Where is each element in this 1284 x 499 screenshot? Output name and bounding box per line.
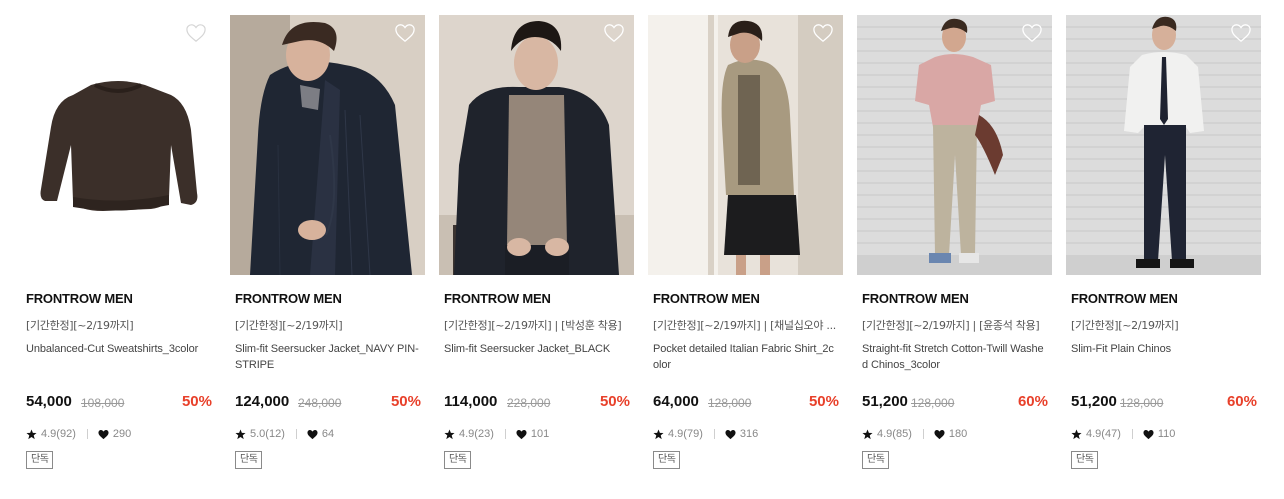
wishlist-heart-icon[interactable] (603, 23, 625, 43)
heart-filled-icon (1143, 429, 1154, 440)
promo-text: [기간한정][~2/19까지] | [채널십오야 ... (653, 319, 836, 332)
exclusive-badge: 단독 (1071, 451, 1099, 469)
original-price: 128,000 (1120, 396, 1164, 410)
product-image[interactable] (1066, 15, 1261, 275)
promo-text: [기간한정][~2/19까지] (26, 319, 134, 332)
wishlist-heart-icon[interactable] (812, 23, 834, 43)
product-stats: 4.9(79) 316 (653, 427, 758, 441)
divider (922, 429, 924, 439)
product-name[interactable]: Pocket detailed Italian Fabric Shirt_2co… (653, 341, 839, 373)
rating-text: 4.9(23) (459, 428, 494, 440)
star-icon (653, 428, 664, 440)
brand-name[interactable]: FRONTROW MEN (862, 291, 969, 306)
discount-rate: 50% (808, 393, 839, 410)
product-card[interactable]: FRONTROW MEN [기간한정][~2/19까지] | [채널십오야 ..… (648, 15, 843, 485)
rating-text: 4.9(47) (1086, 428, 1121, 440)
rating-text: 5.0(12) (250, 428, 285, 440)
wishlist-heart-icon[interactable] (1021, 23, 1043, 43)
product-name[interactable]: Slim-fit Seersucker Jacket_NAVY PIN-STRI… (235, 341, 421, 373)
product-stats: 4.9(92) 290 (26, 427, 131, 441)
exclusive-badge: 단독 (26, 451, 54, 469)
discount-rate: 50% (390, 393, 421, 410)
promo-text: [기간한정][~2/19까지] (1071, 319, 1179, 332)
original-price: 128,000 (911, 396, 955, 410)
product-card[interactable]: FRONTROW MEN [기간한정][~2/19까지] Unbalanced-… (21, 15, 216, 485)
rating-text: 4.9(85) (877, 428, 912, 440)
rating-text: 4.9(92) (41, 428, 76, 440)
product-grid: FRONTROW MEN [기간한정][~2/19까지] Unbalanced-… (21, 15, 1266, 485)
promo-text: [기간한정][~2/19까지] (235, 319, 343, 332)
product-stats: 4.9(85) 180 (862, 427, 967, 441)
sale-price: 124,000 (235, 393, 290, 410)
heart-filled-icon (516, 429, 527, 440)
heart-filled-icon (934, 429, 945, 440)
discount-rate: 60% (1017, 393, 1048, 410)
heart-filled-icon (725, 429, 736, 440)
star-icon (26, 428, 37, 440)
divider (295, 429, 297, 439)
product-stats: 5.0(12) 64 (235, 427, 334, 441)
original-price: 128,000 (708, 396, 752, 410)
discount-rate: 60% (1226, 393, 1257, 410)
star-icon (444, 428, 455, 440)
product-image[interactable] (648, 15, 843, 275)
product-stats: 4.9(47) 110 (1071, 427, 1175, 441)
product-name[interactable]: Straight-fit Stretch Cotton-Twill Washed… (862, 341, 1048, 373)
exclusive-badge: 단독 (653, 451, 681, 469)
brand-name[interactable]: FRONTROW MEN (444, 291, 551, 306)
promo-text: [기간한정][~2/19까지] | [박성훈 착용] (444, 319, 622, 332)
wishlist-heart-icon[interactable] (394, 23, 416, 43)
sale-price: 114,000 (444, 393, 498, 410)
star-icon (235, 428, 246, 440)
product-card[interactable]: FRONTROW MEN [기간한정][~2/19까지] Slim-fit Se… (230, 15, 425, 485)
wishlist-heart-icon[interactable] (1230, 23, 1252, 43)
likes-count: 290 (112, 428, 132, 440)
brand-name[interactable]: FRONTROW MEN (653, 291, 760, 306)
sale-price: 64,000 (653, 393, 699, 410)
heart-filled-icon (307, 429, 318, 440)
sale-price: 51,200 (862, 393, 908, 410)
product-card[interactable]: FRONTROW MEN [기간한정][~2/19까지] Slim-Fit Pl… (1066, 15, 1261, 485)
product-image[interactable] (857, 15, 1052, 275)
likes-count: 64 (321, 428, 335, 440)
original-price: 108,000 (81, 396, 125, 410)
divider (86, 429, 88, 439)
heart-filled-icon (98, 429, 109, 440)
product-image[interactable] (21, 15, 216, 275)
star-icon (862, 428, 873, 440)
brand-name[interactable]: FRONTROW MEN (235, 291, 342, 306)
product-name[interactable]: Slim-fit Seersucker Jacket_BLACK (444, 341, 630, 357)
brand-name[interactable]: FRONTROW MEN (26, 291, 133, 306)
brand-name[interactable]: FRONTROW MEN (1071, 291, 1178, 306)
likes-count: 180 (948, 428, 968, 440)
sale-price: 54,000 (26, 393, 72, 410)
likes-count: 316 (739, 428, 759, 440)
likes-count: 101 (530, 428, 550, 440)
product-card[interactable]: FRONTROW MEN [기간한정][~2/19까지] | [윤종석 착용] … (857, 15, 1052, 485)
exclusive-badge: 단독 (862, 451, 890, 469)
star-icon (1071, 428, 1082, 440)
discount-rate: 50% (181, 393, 212, 410)
promo-text: [기간한정][~2/19까지] | [윤종석 착용] (862, 319, 1040, 332)
product-image[interactable] (439, 15, 634, 275)
divider (1131, 429, 1133, 439)
original-price: 248,000 (298, 396, 342, 410)
exclusive-badge: 단독 (444, 451, 472, 469)
product-card[interactable]: FRONTROW MEN [기간한정][~2/19까지] | [박성훈 착용] … (439, 15, 634, 485)
wishlist-heart-icon[interactable] (185, 23, 207, 43)
discount-rate: 50% (599, 393, 630, 410)
sale-price: 51,200 (1071, 393, 1117, 410)
divider (713, 429, 715, 439)
divider (504, 429, 506, 439)
product-name[interactable]: Unbalanced-Cut Sweatshirts_3color (26, 341, 212, 357)
rating-text: 4.9(79) (668, 428, 703, 440)
likes-count: 110 (1157, 428, 1176, 440)
original-price: 228,000 (507, 396, 551, 410)
product-name[interactable]: Slim-Fit Plain Chinos (1071, 341, 1257, 357)
exclusive-badge: 단독 (235, 451, 263, 469)
product-stats: 4.9(23) 101 (444, 427, 549, 441)
product-image[interactable] (230, 15, 425, 275)
